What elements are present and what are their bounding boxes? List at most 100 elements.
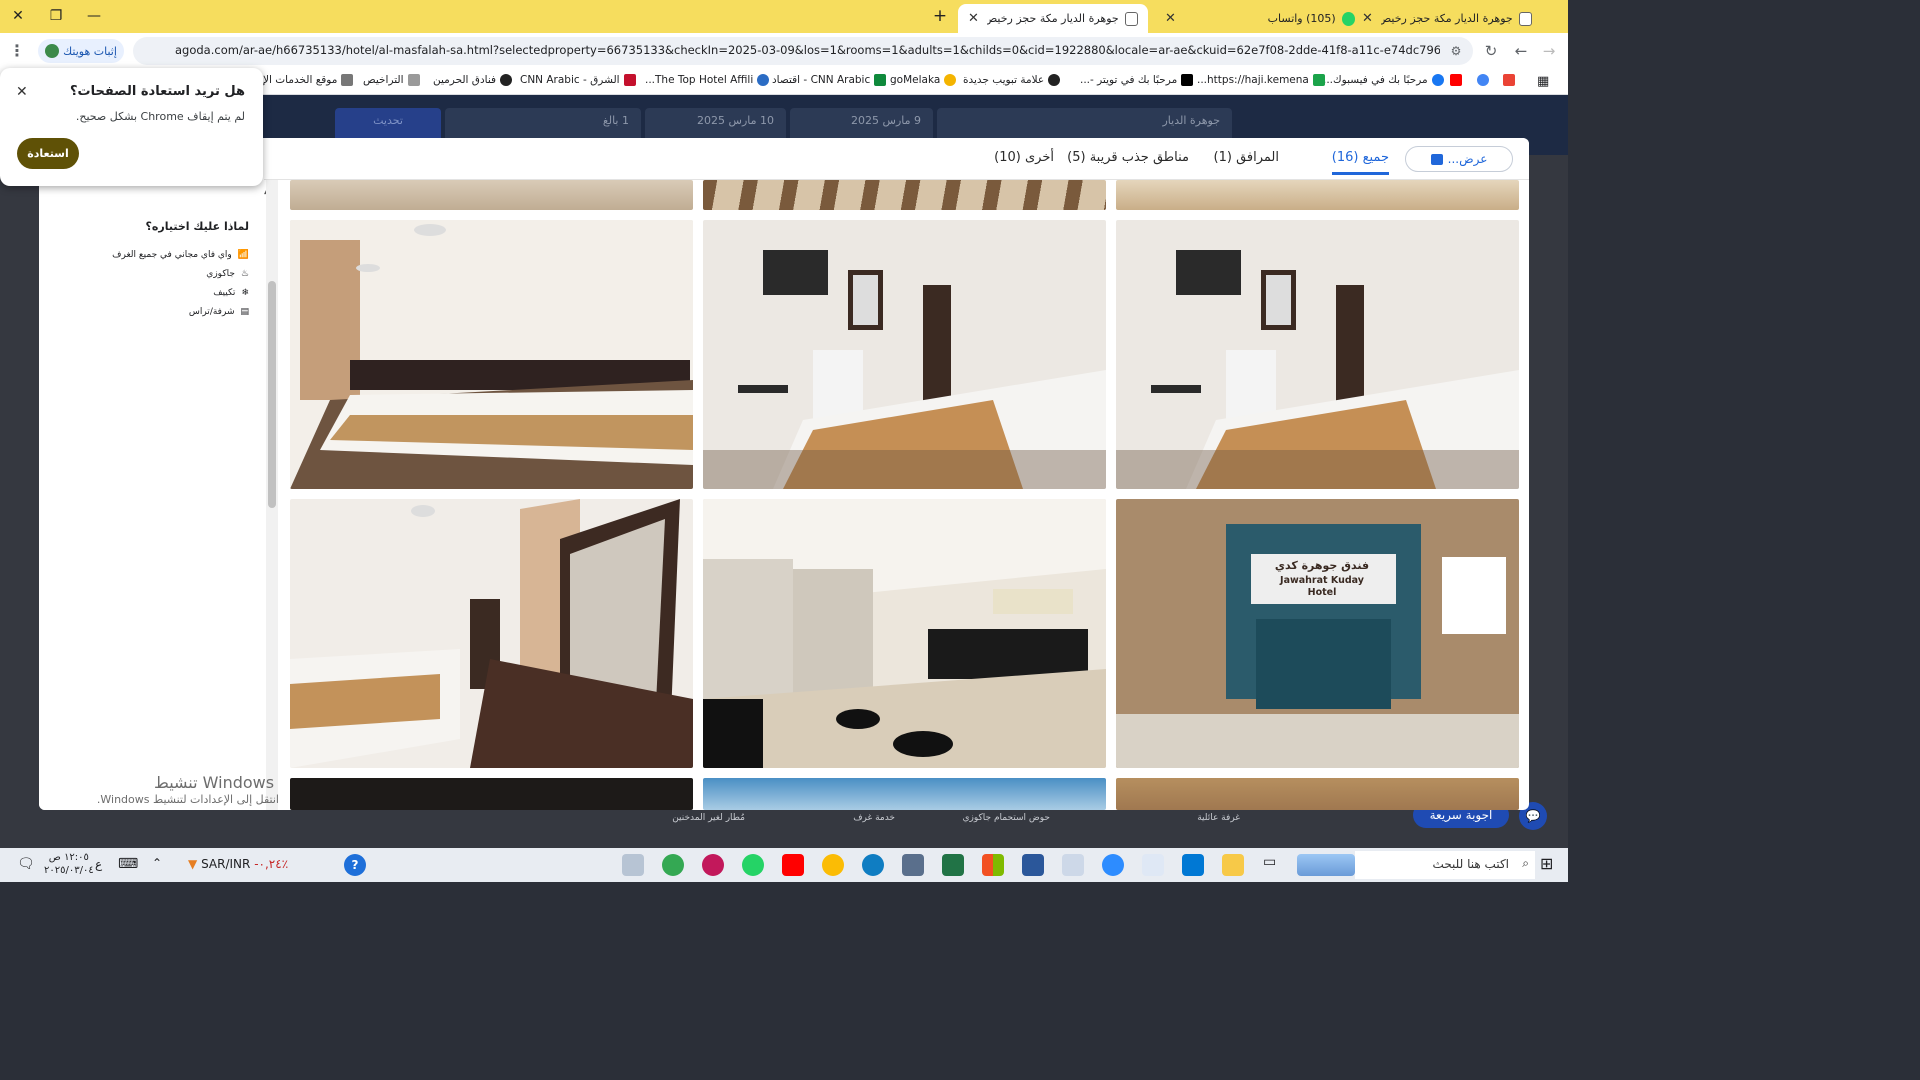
photo-partial-dark[interactable] <box>290 778 693 810</box>
close-tab-icon[interactable]: ✕ <box>1362 11 1373 26</box>
bookmark-cnn-sharq[interactable]: الشرق - CNN Arabic <box>520 74 636 86</box>
bookmark-new-tab[interactable]: علامة تبويب جديدة <box>963 74 1061 86</box>
edge-icon[interactable] <box>862 854 884 876</box>
photo-partial-building[interactable] <box>1116 778 1519 810</box>
bookmark-top-hotel[interactable]: The Top Hotel Affili... <box>645 74 770 86</box>
widgets-icon[interactable] <box>1297 854 1355 876</box>
zoom-icon[interactable] <box>1102 854 1124 876</box>
x-icon <box>1181 74 1194 86</box>
navigation-bar: ⋮ إثبات هويتك ☆ agoda.com/ar-ae/h6673513… <box>0 33 1568 69</box>
feature-jacuzzi: ♨جاكوزي <box>206 269 249 279</box>
close-tab-icon[interactable]: ✕ <box>1165 11 1176 26</box>
whatsapp-taskbar-icon[interactable] <box>742 854 764 876</box>
bookmark-licenses[interactable]: التراخيص <box>363 74 420 86</box>
photo-partial-sky[interactable] <box>703 778 1106 810</box>
store-icon[interactable] <box>982 854 1004 876</box>
apps-grid-icon[interactable]: ▦ <box>1537 74 1549 89</box>
tab-whatsapp[interactable]: (105) واتساب ✕ <box>1155 4 1365 33</box>
gmail-icon[interactable] <box>1503 74 1515 86</box>
tab-hotel-active[interactable]: جوهرة الديار مكة حجز رخيص فوري ✕ <box>958 4 1148 33</box>
gallery-tabs: عرض... جميع (16) المرافق (1) مناطق جذب ق… <box>264 138 1529 180</box>
forward-arrow-icon[interactable]: → <box>1538 40 1560 62</box>
tab-nearby-attractions[interactable]: مناطق جذب قريبة (5) <box>1067 150 1189 165</box>
close-tab-icon[interactable]: ✕ <box>968 11 979 26</box>
photo-room-tv[interactable] <box>703 220 1106 489</box>
bedroom-tv-photo-2 <box>1116 220 1519 489</box>
notepad-icon[interactable] <box>1062 854 1084 876</box>
photo-room-mirror[interactable] <box>290 499 693 768</box>
file-explorer-icon[interactable] <box>1222 854 1244 876</box>
bookmark-facebook[interactable]: مرحبًا بك في فيسبوك... <box>1323 74 1444 86</box>
amenities-strip: غرفة عائلية حوض استحمام جاكوزي خدمة غرف … <box>672 813 1240 823</box>
feature-wifi: 📶واي فاي مجاني في جميع الغرف <box>112 250 249 260</box>
site-settings-icon[interactable]: ⚙ <box>1445 40 1467 62</box>
bookmark-haji[interactable]: https://haji.kemena... <box>1197 74 1325 86</box>
windows-start-icon[interactable]: ⊞ <box>1540 854 1562 876</box>
calculator-icon[interactable] <box>902 854 924 876</box>
photo-room-multiple-beds[interactable] <box>290 220 693 489</box>
chrome-icon[interactable] <box>822 854 844 876</box>
profile-verify-button[interactable]: إثبات هويتك <box>38 39 124 63</box>
youtube-icon[interactable] <box>1450 74 1462 86</box>
restore-window-icon[interactable]: ❐ <box>44 6 68 26</box>
close-window-icon[interactable]: ✕ <box>6 6 30 26</box>
url-text[interactable]: agoda.com/ar-ae/h66735133/hotel/al-masfa… <box>175 43 1440 57</box>
youtube-taskbar-icon[interactable] <box>782 854 804 876</box>
bedroom-tv-photo <box>703 220 1106 489</box>
restore-title: هل تريد استعادة الصفحات؟ <box>69 84 245 99</box>
view-button[interactable]: عرض... <box>1405 146 1513 172</box>
keyboard-icon[interactable]: ⌨ <box>118 856 138 872</box>
clock[interactable]: ١٢:٠٥ ص ٢٠٢٥/٠٣/٠٤ <box>44 851 94 877</box>
excel-icon[interactable] <box>942 854 964 876</box>
reload-icon[interactable]: ↻ <box>1480 40 1502 62</box>
image-icon <box>1430 153 1443 165</box>
notifications-icon[interactable]: 🗨 <box>17 856 35 872</box>
globe-icon <box>500 74 513 86</box>
chrome-profile-icon[interactable] <box>702 854 724 876</box>
word-icon[interactable] <box>1022 854 1044 876</box>
bookmark-gomelaka[interactable]: goMelaka <box>890 74 957 86</box>
tab-hotel-2[interactable]: جوهرة الديار مكة حجز رخيص فور ✕ <box>1352 4 1542 33</box>
dropbox-icon[interactable] <box>1142 854 1164 876</box>
photo-lobby[interactable] <box>703 499 1106 768</box>
help-icon[interactable]: ? <box>344 854 366 876</box>
facebook-icon <box>1431 74 1444 86</box>
taskbar-search[interactable]: اكتب هنا للبحث ⌕ <box>1355 851 1535 879</box>
features-list: 📶واي فاي مجاني في جميع الغرف ♨جاكوزي ❄تك… <box>59 246 249 322</box>
new-tab-icon[interactable]: + <box>928 6 952 26</box>
chevron-up-icon[interactable]: ⌃ <box>152 856 162 870</box>
photo-partial-2[interactable] <box>703 180 1106 210</box>
photo-partial-3[interactable] <box>1116 180 1519 210</box>
chrome-menu-icon[interactable]: ⋮ <box>6 40 28 62</box>
photo-gallery-modal: عرض... جميع (16) المرافق (1) مناطق جذب ق… <box>39 138 1529 810</box>
photo-partial-1[interactable] <box>290 180 693 210</box>
search-favicon-icon <box>1124 11 1138 26</box>
restore-button[interactable]: استعادة <box>17 138 79 169</box>
bookmark-cnn-economy[interactable]: CNN Arabic - اقتصاد <box>772 74 887 86</box>
photo-room-tv-2[interactable] <box>1116 220 1519 489</box>
outlook-icon[interactable] <box>1182 854 1204 876</box>
bookmark-twitter[interactable]: مرحبًا بك في تويتر -... <box>1080 74 1194 86</box>
google-icon[interactable] <box>1477 74 1489 86</box>
avatar <box>45 44 60 58</box>
hotel-sign-english: Jawahrat Kuday <box>1280 575 1364 586</box>
bookmark-services[interactable]: موقع الخدمات الإ <box>263 74 354 86</box>
language-indicator[interactable]: ع <box>95 857 102 871</box>
back-arrow-icon[interactable]: ← <box>1510 40 1532 62</box>
restore-pages-popup: ✕ هل تريد استعادة الصفحات؟ لم يتم إيقاف … <box>0 68 263 186</box>
windows-watermark-subtitle: انتقل إلى الإعدادات لتنشيط Windows. <box>96 793 279 806</box>
tab-facilities[interactable]: المرافق (1) <box>1214 150 1280 165</box>
tab-all[interactable]: جميع (16) <box>1331 150 1389 175</box>
photo-hotel-entrance[interactable]: فندق جوهرة كدي Jawahrat Kuday Hotel <box>1116 499 1519 768</box>
chrome-profile-2-icon[interactable] <box>662 854 684 876</box>
currency-widget[interactable]: ▼ SAR/INR -٠,٢٤٪ <box>188 857 288 871</box>
bookmark-haramain-hotels[interactable]: فنادق الحرمين <box>433 74 513 86</box>
task-view-icon[interactable]: ▭ <box>1263 854 1285 876</box>
tab-other[interactable]: أخرى (10) <box>994 150 1054 165</box>
address-bar[interactable]: agoda.com/ar-ae/h66735133/hotel/al-masfa… <box>133 37 1473 65</box>
close-popup-icon[interactable]: ✕ <box>16 84 28 100</box>
haji-icon <box>1312 74 1325 86</box>
app-icon[interactable] <box>622 854 644 876</box>
scrollbar-thumb[interactable] <box>268 281 276 508</box>
minimize-window-icon[interactable]: — <box>82 6 106 26</box>
